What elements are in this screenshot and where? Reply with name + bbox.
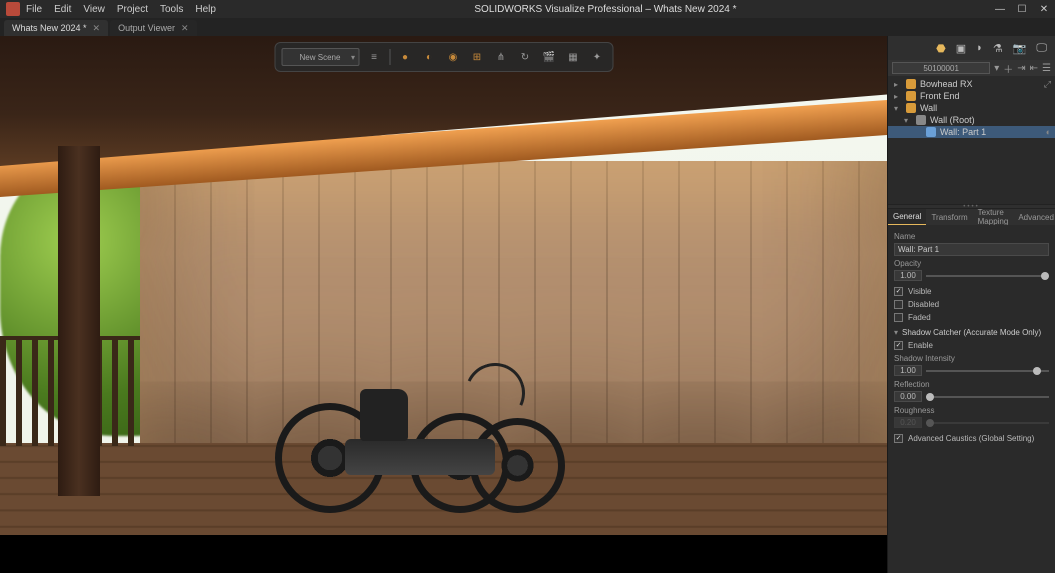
shadow-catcher-section[interactable]: ▾Shadow Catcher (Accurate Mode Only) — [894, 328, 1049, 337]
faded-checkbox[interactable]: Faded — [894, 311, 1049, 323]
menu-edit[interactable]: Edit — [54, 4, 71, 15]
reflection-value[interactable]: 0.00 — [894, 391, 922, 402]
render-tab-icon[interactable]: 🖵 — [1036, 42, 1047, 55]
reflection-label: Reflection — [894, 380, 1049, 389]
list-icon[interactable]: ☰ — [1042, 63, 1051, 74]
visible-checkbox[interactable]: ✓Visible — [894, 285, 1049, 297]
appearances-tab-icon[interactable]: ▣ — [956, 42, 966, 55]
rendered-scene — [0, 36, 887, 573]
environments-tab-icon[interactable]: ⚗ — [993, 42, 1003, 55]
right-panel: ⬣ ▣ ◗ ⚗ 📷 🖵 50100001 ▾ ＋ ⇥ ⇤ ☰ ▸ Bowhead… — [887, 36, 1055, 573]
expand-icon[interactable]: ▸ — [894, 80, 902, 89]
shadow-intensity-label: Shadow Intensity — [894, 354, 1049, 363]
roughness-value: 0.20 — [894, 417, 922, 428]
roughness-label: Roughness — [894, 406, 1049, 415]
document-tabs: Whats New 2024 * ✕ Output Viewer ✕ — [0, 18, 1055, 36]
expand-all-icon[interactable]: ⤢ — [1044, 79, 1051, 90]
shadow-intensity-slider[interactable] — [926, 368, 1049, 374]
menu-bar: File Edit View Project Tools Help — [26, 4, 216, 15]
scene-tree: ▸ Bowhead RX ⤢ ▸ Front End ▾ Wall ▾ Wall… — [888, 76, 1055, 204]
collapse-icon[interactable]: ▾ — [894, 104, 902, 113]
name-label: Name — [894, 232, 1049, 241]
property-tabs: General Transform Texture Mapping Advanc… — [888, 209, 1055, 225]
prop-tab-texture[interactable]: Texture Mapping — [973, 209, 1014, 225]
group-icon — [916, 115, 926, 125]
panel-category-tabs: ⬣ ▣ ◗ ⚗ 📷 🖵 — [888, 36, 1055, 60]
tab-output-viewer[interactable]: Output Viewer ✕ — [110, 20, 196, 36]
menu-tools[interactable]: Tools — [160, 4, 183, 15]
opacity-slider[interactable] — [926, 273, 1049, 279]
opacity-label: Opacity — [894, 259, 1049, 268]
caustics-checkbox[interactable]: ✓Advanced Caustics (Global Setting) — [894, 432, 1049, 444]
wire-sphere-icon[interactable]: ◐ — [420, 48, 438, 66]
menu-project[interactable]: Project — [117, 4, 148, 15]
cameras-tab-icon[interactable]: 📷 — [1013, 42, 1027, 55]
tree-label: Wall — [920, 103, 937, 113]
part-icon — [926, 127, 936, 137]
prop-tab-general[interactable]: General — [888, 209, 926, 225]
gizmo-icon[interactable]: ⊞ — [468, 48, 486, 66]
tab-whats-new[interactable]: Whats New 2024 * ✕ — [4, 20, 108, 36]
wand-icon[interactable]: ✦ — [588, 48, 606, 66]
app-logo — [6, 2, 20, 16]
window-maximize[interactable]: ☐ — [1017, 4, 1027, 15]
window-title: SOLIDWORKS Visualize Professional – What… — [216, 4, 995, 15]
menu-view[interactable]: View — [83, 4, 105, 15]
menu-help[interactable]: Help — [195, 4, 216, 15]
import-icon[interactable]: ⇥ — [1017, 63, 1025, 74]
appearance-icon[interactable]: ◐ — [1046, 127, 1051, 137]
models-tab-icon[interactable]: ⬣ — [936, 42, 946, 55]
add-icon[interactable]: ＋ — [1003, 61, 1013, 76]
scene-list-icon[interactable]: ≡ — [365, 48, 383, 66]
scenes-tab-icon[interactable]: ◗ — [976, 42, 983, 54]
window-close[interactable]: ✕ — [1039, 4, 1049, 15]
tree-item-wall-root[interactable]: ▾ Wall (Root) — [888, 114, 1055, 126]
shadow-intensity-value[interactable]: 1.00 — [894, 365, 922, 376]
handcycle-model — [275, 343, 565, 513]
model-icon — [906, 103, 916, 113]
model-selector-bar: 50100001 ▾ ＋ ⇥ ⇤ ☰ — [888, 60, 1055, 76]
viewport[interactable]: New Scene ≡ ● ◐ ◉ ⊞ ⋔ ↻ 🎬 ▦ ✦ — [0, 36, 887, 573]
tree-item-wall[interactable]: ▾ Wall — [888, 102, 1055, 114]
properties-panel: Name Opacity 1.00 ✓Visible Disabled Fade… — [888, 225, 1055, 573]
shaded-sphere-icon[interactable]: ● — [396, 48, 414, 66]
menu-file[interactable]: File — [26, 4, 42, 15]
viewport-toolbar: New Scene ≡ ● ◐ ◉ ⊞ ⋔ ↻ 🎬 ▦ ✦ — [274, 42, 613, 72]
enable-checkbox[interactable]: ✓Enable — [894, 339, 1049, 351]
prop-tab-transform[interactable]: Transform — [926, 209, 972, 225]
model-icon — [906, 91, 916, 101]
scene-dropdown[interactable]: New Scene — [281, 48, 359, 66]
model-dropdown[interactable]: 50100001 — [892, 62, 990, 74]
name-input[interactable] — [894, 243, 1049, 256]
prop-tab-advanced[interactable]: Advanced — [1013, 209, 1055, 225]
window-minimize[interactable]: — — [995, 4, 1005, 15]
close-icon[interactable]: ✕ — [93, 23, 101, 34]
title-bar: File Edit View Project Tools Help SOLIDW… — [0, 0, 1055, 18]
tree-item-wall-part1[interactable]: Wall: Part 1 ◐ — [888, 126, 1055, 138]
tab-label: Output Viewer — [118, 23, 175, 33]
dropdown-arrow-icon[interactable]: ▾ — [994, 63, 999, 74]
tree-label: Wall (Root) — [930, 115, 975, 125]
checker-icon[interactable]: ▦ — [564, 48, 582, 66]
collapse-icon[interactable]: ▾ — [904, 116, 912, 125]
tree-label: Front End — [920, 91, 960, 101]
tree-item-front-end[interactable]: ▸ Front End — [888, 90, 1055, 102]
export-icon[interactable]: ⇤ — [1030, 63, 1038, 74]
close-icon[interactable]: ✕ — [181, 23, 189, 34]
opacity-value[interactable]: 1.00 — [894, 270, 922, 281]
tab-label: Whats New 2024 * — [12, 23, 87, 33]
model-icon — [906, 79, 916, 89]
tree-label: Wall: Part 1 — [940, 127, 986, 137]
axes-icon[interactable]: ⋔ — [492, 48, 510, 66]
refresh-icon[interactable]: ↻ — [516, 48, 534, 66]
hdr-sphere-icon[interactable]: ◉ — [444, 48, 462, 66]
tree-item-bowhead[interactable]: ▸ Bowhead RX ⤢ — [888, 78, 1055, 90]
disabled-checkbox[interactable]: Disabled — [894, 298, 1049, 310]
expand-icon[interactable]: ▸ — [894, 92, 902, 101]
tree-label: Bowhead RX — [920, 79, 973, 89]
roughness-slider — [926, 420, 1049, 426]
reflection-slider[interactable] — [926, 394, 1049, 400]
clapper-icon[interactable]: 🎬 — [540, 48, 558, 66]
